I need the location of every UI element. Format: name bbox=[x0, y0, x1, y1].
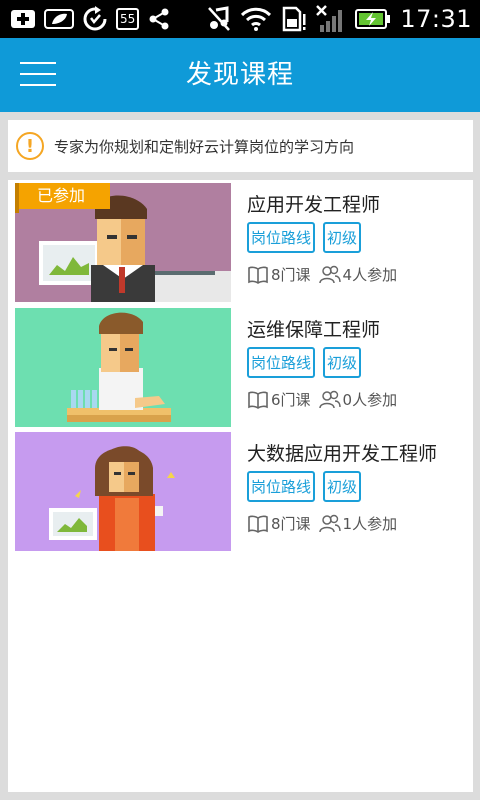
book-icon bbox=[247, 514, 269, 534]
course-count: 8门课 bbox=[271, 515, 311, 533]
app-bar: 发现课程 bbox=[0, 38, 480, 112]
tag-job-path[interactable]: 岗位路线 bbox=[247, 222, 316, 253]
course-count: 8门课 bbox=[271, 266, 311, 284]
leaf-icon bbox=[44, 8, 74, 30]
course-card-app-dev[interactable]: 已参加 应用开发工程师 岗位路线 初级 8门课 4人参加 bbox=[15, 180, 465, 302]
tag-job-path[interactable]: 岗位路线 bbox=[247, 347, 316, 378]
music-muted-icon bbox=[207, 6, 231, 32]
share-icon bbox=[147, 7, 171, 31]
people-icon bbox=[318, 265, 341, 285]
participant-count: 1人参加 bbox=[342, 515, 398, 533]
course-list: 已参加 应用开发工程师 岗位路线 初级 8门课 4人参加 运维保障工程师 岗位路… bbox=[8, 180, 473, 792]
course-meta: 6门课 0人参加 bbox=[247, 389, 397, 410]
course-thumbnail[interactable] bbox=[15, 432, 231, 551]
course-meta: 8门课 4人参加 bbox=[247, 264, 397, 285]
tag-level[interactable]: 初级 bbox=[323, 347, 362, 378]
course-card-ops[interactable]: 运维保障工程师 岗位路线 初级 6门课 0人参加 bbox=[15, 305, 465, 427]
course-thumbnail[interactable]: 已参加 bbox=[15, 183, 231, 302]
status-bar-right: 17:31 bbox=[207, 0, 472, 38]
tag-level[interactable]: 初级 bbox=[323, 471, 362, 502]
book-icon bbox=[247, 265, 269, 285]
notification-count-badge: 55 bbox=[116, 8, 140, 30]
exclamation-icon: ! bbox=[16, 132, 44, 160]
tag-job-path[interactable]: 岗位路线 bbox=[247, 471, 316, 502]
joined-badge: 已参加 bbox=[15, 183, 111, 213]
people-icon bbox=[318, 390, 341, 410]
sd-card-icon bbox=[281, 6, 307, 32]
course-count: 6门课 bbox=[271, 391, 311, 409]
notice-banner: ! 专家为你规划和定制好云计算岗位的学习方向 bbox=[8, 120, 473, 172]
tag-level[interactable]: 初级 bbox=[323, 222, 362, 253]
page-title: 发现课程 bbox=[185, 60, 294, 90]
people-icon bbox=[318, 514, 341, 534]
wifi-icon bbox=[240, 7, 272, 31]
status-bar-left: 55 bbox=[10, 0, 171, 38]
course-tags: 岗位路线 初级 bbox=[247, 347, 362, 378]
participant-count: 4人参加 bbox=[342, 266, 398, 284]
course-title[interactable]: 大数据应用开发工程师 bbox=[247, 439, 437, 466]
signal-icon bbox=[316, 5, 346, 33]
course-meta: 8门课 1人参加 bbox=[247, 513, 397, 534]
course-tags: 岗位路线 初级 bbox=[247, 222, 362, 253]
course-title[interactable]: 运维保障工程师 bbox=[247, 315, 380, 342]
battery-charging-icon bbox=[355, 8, 391, 30]
notice-text: 专家为你规划和定制好云计算岗位的学习方向 bbox=[54, 137, 355, 156]
status-time: 17:31 bbox=[400, 5, 472, 33]
course-tags: 岗位路线 初级 bbox=[247, 471, 362, 502]
book-icon bbox=[247, 390, 269, 410]
participant-count: 0人参加 bbox=[342, 391, 398, 409]
course-title[interactable]: 应用开发工程师 bbox=[247, 190, 380, 217]
course-card-big-data[interactable]: 大数据应用开发工程师 岗位路线 初级 8门课 1人参加 bbox=[15, 429, 465, 551]
status-bar: 55 17:31 bbox=[0, 0, 480, 38]
sync-icon bbox=[82, 6, 108, 32]
add-icon bbox=[10, 8, 36, 30]
course-thumbnail[interactable] bbox=[15, 308, 231, 427]
